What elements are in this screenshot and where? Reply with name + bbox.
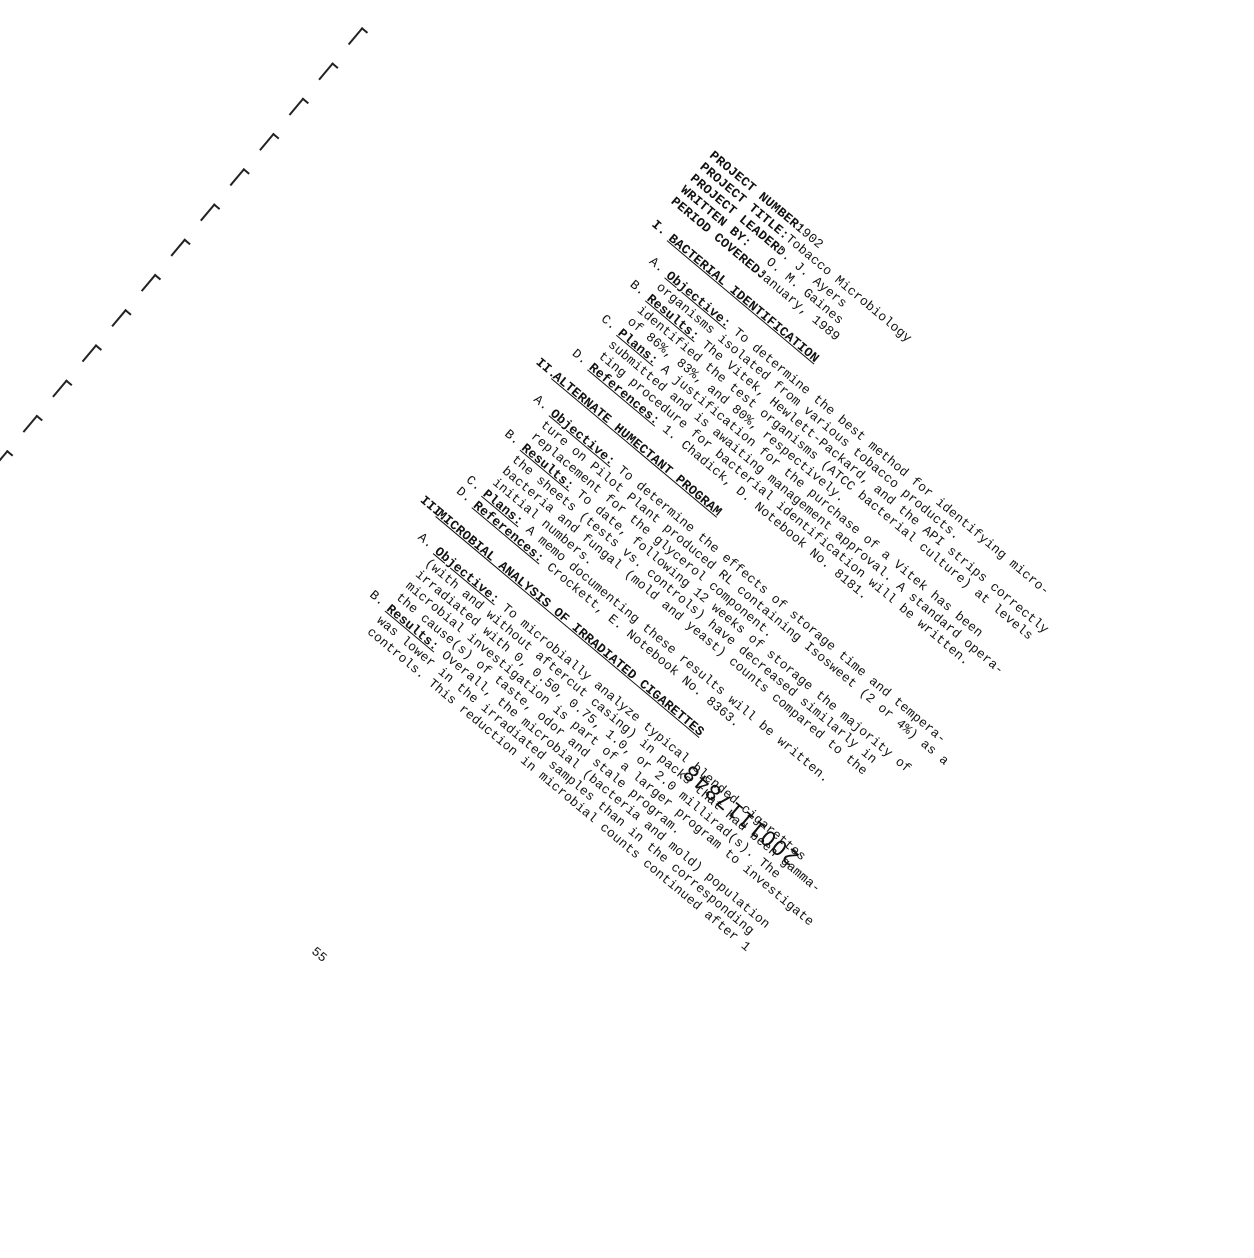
page-number: 55 bbox=[308, 944, 330, 966]
perforation-mark bbox=[22, 414, 39, 433]
perforation-mark bbox=[140, 273, 157, 292]
perforation-mark bbox=[0, 449, 9, 468]
perforation-mark bbox=[52, 379, 68, 398]
perforation-mark bbox=[259, 132, 275, 151]
perforation-mark bbox=[347, 27, 364, 46]
perforation-mark bbox=[200, 203, 216, 222]
report-body: PROJECT NUMBER: 1902 PROJECT TITLE: Toba… bbox=[321, 148, 1076, 955]
perforation-mark bbox=[318, 62, 334, 81]
perforated-edge bbox=[0, 27, 377, 699]
perforation-mark bbox=[229, 167, 246, 187]
perforation-mark bbox=[170, 238, 187, 257]
perforation-mark bbox=[288, 97, 305, 116]
perforation-mark bbox=[81, 344, 98, 363]
perforation-mark bbox=[111, 308, 127, 328]
document-page: PROJECT NUMBER: 1902 PROJECT TITLE: Toba… bbox=[0, 0, 1254, 1258]
